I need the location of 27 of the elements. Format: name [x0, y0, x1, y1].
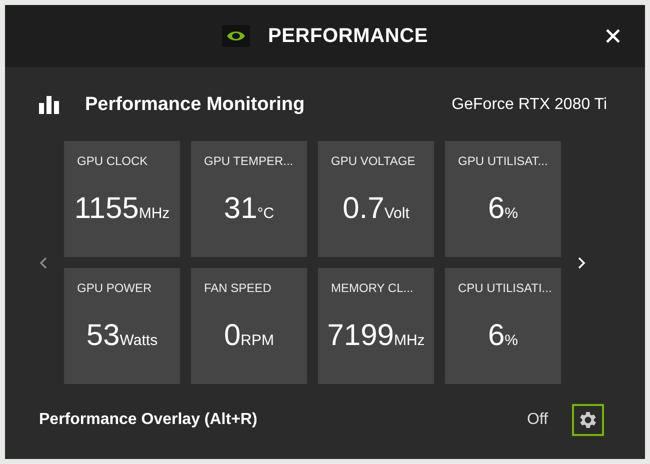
metric-label: CPU UTILISATI... [458, 281, 553, 295]
metric-value: 0.7Volt [342, 192, 410, 226]
metric-value: 0RPM [224, 319, 274, 353]
metric-value: 6% [488, 319, 518, 353]
metric-label: GPU POWER [77, 281, 153, 295]
metric-label: MEMORY CL... [331, 281, 414, 295]
gpu-name: GeForce RTX 2080 Ti [452, 96, 607, 114]
bar-chart-icon [39, 96, 59, 114]
metric-value: 53Watts [86, 319, 158, 353]
metric-label: FAN SPEED [204, 281, 272, 295]
overlay-label: Performance Overlay (Alt+R) [39, 411, 258, 429]
metric-value: 7199MHz [327, 319, 425, 353]
metric-label: GPU VOLTAGE [331, 154, 416, 168]
logo-icon [222, 25, 250, 47]
section-title: Performance Monitoring [85, 94, 305, 116]
metric-label: GPU UTILISAT... [458, 154, 549, 168]
window-title: PERFORMANCE [268, 24, 428, 48]
settings-button[interactable] [572, 404, 604, 436]
metric-label: GPU TEMPER... [204, 154, 294, 168]
close-icon[interactable] [605, 28, 621, 44]
metric-value: 31°C [224, 192, 274, 226]
metric-value: 1155MHz [74, 192, 170, 226]
chevron-left-icon[interactable] [39, 256, 47, 268]
metric-value: 6% [488, 192, 518, 226]
overlay-status[interactable]: Off [526, 411, 548, 429]
chevron-right-icon[interactable] [578, 256, 586, 268]
metric-label: GPU CLOCK [77, 154, 149, 168]
